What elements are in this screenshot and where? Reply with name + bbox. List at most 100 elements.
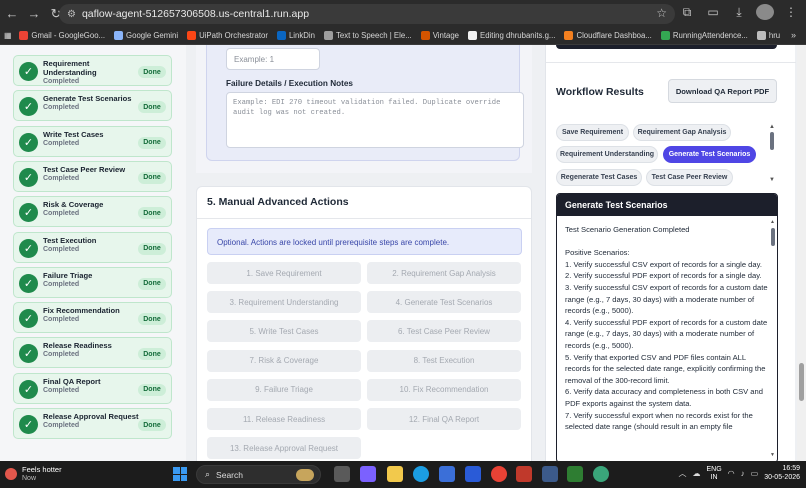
bookmark-item[interactable]: Text to Speech | Ele... [323,31,412,40]
execution-form-card: Example: 1 Failure Details / Execution N… [206,45,524,161]
profile-avatar[interactable] [756,4,774,20]
result-tab-chip[interactable]: Requirement Understanding [556,146,658,163]
copilot-icon[interactable] [360,466,376,482]
bookmark-label: RunningAttendence... [672,31,748,40]
workflow-step-item[interactable]: ✓ Test Execution Completed Done [13,231,172,263]
workflow-step-item[interactable]: ✓ Test Case Peer Review Completed Done [13,160,172,192]
download-icon[interactable]: ⤓ [730,5,748,20]
taskbar-search[interactable]: ⌕ Search [196,465,321,484]
bookmark-item[interactable]: Cloudflare Dashboa... [564,31,652,40]
back-icon[interactable]: ← [2,4,22,24]
active-app-icon[interactable] [542,466,558,482]
manual-action-button[interactable]: 7. Risk & Coverage [207,349,361,372]
bookmarks-overflow-icon[interactable]: » [791,30,796,40]
workflow-step-item[interactable]: ✓ Release Readiness Completed Done [13,337,172,369]
manual-action-button[interactable]: 12. Final QA Report [367,408,521,430]
workflow-step-item[interactable]: ✓ Generate Test Scenarios Completed Done [13,90,172,122]
workflow-step-item[interactable]: ✓ Write Test Cases Completed Done [13,125,172,157]
bookmark-item[interactable]: Vintage [420,31,460,40]
page-scrollbar-thumb[interactable] [799,363,804,401]
workflow-step-item[interactable]: ✓ Risk & Coverage Completed Done [13,196,172,228]
clock[interactable]: 16:59 30-05-2026 [764,465,800,482]
bookmark-favicon-icon [114,31,124,40]
step-status: Completed [43,280,80,288]
manual-action-button[interactable]: 8. Test Execution [367,349,521,372]
windows-start-icon[interactable] [173,467,187,481]
manual-action-button[interactable]: 4. Generate Test Scenarios [367,291,521,314]
file-explorer-icon[interactable] [387,466,403,482]
bookmark-label: UiPath Orchestrator [199,31,268,40]
cast-icon[interactable]: ▭ [704,5,722,19]
apps-grid-icon[interactable]: ▦ [4,31,11,40]
bookmark-label: Vintage [432,31,460,40]
store-icon[interactable] [439,466,455,482]
app-icon[interactable] [465,466,481,482]
result-tab-chip[interactable]: Save Requirement [556,124,629,141]
manual-action-button[interactable]: 3. Requirement Understanding [207,291,361,314]
tray-app-icon[interactable]: ☁ [692,469,700,478]
edge-icon[interactable] [413,466,429,482]
bookmark-item[interactable]: Google Gemini [114,31,178,40]
check-icon: ✓ [19,62,38,81]
language-indicator[interactable]: ENG IN [706,466,721,482]
result-tab-chip[interactable]: Regenerate Test Cases [556,169,642,186]
bookmark-star-icon[interactable]: ☆ [656,6,667,20]
manual-action-button[interactable]: 10. Fix Recommendation [367,378,521,401]
bookmark-item[interactable]: Editing dhrubanits.g... [468,31,555,40]
result-scroll-up-icon[interactable]: ▲ [770,219,775,225]
manual-action-button[interactable]: 6. Test Case Peer Review [367,320,521,343]
bookmark-item[interactable]: UiPath Orchestrator [187,31,268,40]
globe-app-icon[interactable] [593,466,609,482]
manual-action-button[interactable]: 13. Release Approval Request [207,437,361,460]
bookmark-item[interactable]: LinkDin [276,31,315,40]
bookmark-item[interactable]: Gmail - GoogleGoo... [19,31,105,40]
chrome-icon[interactable] [491,466,507,482]
step-name: Risk & Coverage [43,200,104,210]
url-text[interactable]: qaflow-agent-512657306508.us-central1.ru… [82,8,309,20]
result-scroll-down-icon[interactable]: ▼ [770,452,775,458]
workflow-step-item[interactable]: ✓ Release Approval Request Completed Done [13,408,172,439]
address-bar[interactable]: ⚙ qaflow-agent-512657306508.us-central1.… [59,4,675,24]
menu-icon[interactable]: ⋮ [782,5,800,19]
chips-scroll-up-icon[interactable]: ▲ [769,124,775,130]
bookmark-item[interactable]: hru [756,31,780,40]
workflow-step-item[interactable]: ✓ Requirement Understanding Completed Done [13,55,172,86]
step-status: Completed [43,210,80,218]
retry-count-input[interactable]: Example: 1 [226,48,320,70]
weather-widget[interactable]: Feels hotter Now [5,465,62,483]
task-view-icon[interactable] [334,466,350,482]
bookmark-favicon-icon [19,31,29,40]
extensions-icon[interactable]: ⧉ [678,5,696,20]
result-tab-chip[interactable]: Requirement Gap Analysis [633,124,731,141]
result-line: Positive Scenarios: [565,248,630,258]
wifi-icon[interactable]: ◠ [728,469,735,478]
tray-overflow-icon[interactable]: ︿ [678,468,686,479]
volume-icon[interactable]: ♪ [741,469,745,478]
execution-form-section: Example: 1 Failure Details / Execution N… [196,45,532,173]
result-panel-body: Test Scenario Generation Completed Positi… [565,224,769,433]
manual-action-button[interactable]: 5. Write Test Cases [207,320,361,343]
result-tab-chip[interactable]: Generate Test Scenarios [663,146,756,163]
page-scrollbar[interactable] [797,45,806,461]
manual-action-button[interactable]: 1. Save Requirement [207,262,361,284]
battery-icon[interactable]: ▭ [751,469,759,478]
workflow-step-item[interactable]: ✓ Fix Recommendation Completed Done [13,302,172,334]
manual-action-button[interactable]: 11. Release Readiness [207,408,361,430]
failure-details-textarea[interactable]: Example: EDI 270 timeout validation fail… [226,92,524,148]
result-tab-chip[interactable]: Test Case Peer Review [646,169,733,186]
download-qa-report-button[interactable]: Download QA Report PDF [668,79,777,103]
forward-icon[interactable]: → [24,4,44,24]
bookmark-label: Text to Speech | Ele... [335,31,412,40]
manual-action-button[interactable]: 2. Requirement Gap Analysis [367,262,521,284]
step-name: Test Execution [43,235,97,245]
chips-scrollbar-thumb[interactable] [770,132,774,150]
mcafee-icon[interactable] [516,466,532,482]
chips-scroll-down-icon[interactable]: ▼ [769,177,775,183]
site-info-icon[interactable]: ⚙ [67,9,76,20]
workflow-step-item[interactable]: ✓ Failure Triage Completed Done [13,266,172,298]
manual-action-button[interactable]: 9. Failure Triage [207,378,361,401]
workflow-step-item[interactable]: ✓ Final QA Report Completed Done [13,372,172,404]
excel-icon[interactable] [567,466,583,482]
result-scrollbar-thumb[interactable] [771,228,775,246]
bookmark-item[interactable]: RunningAttendence... [660,31,748,40]
